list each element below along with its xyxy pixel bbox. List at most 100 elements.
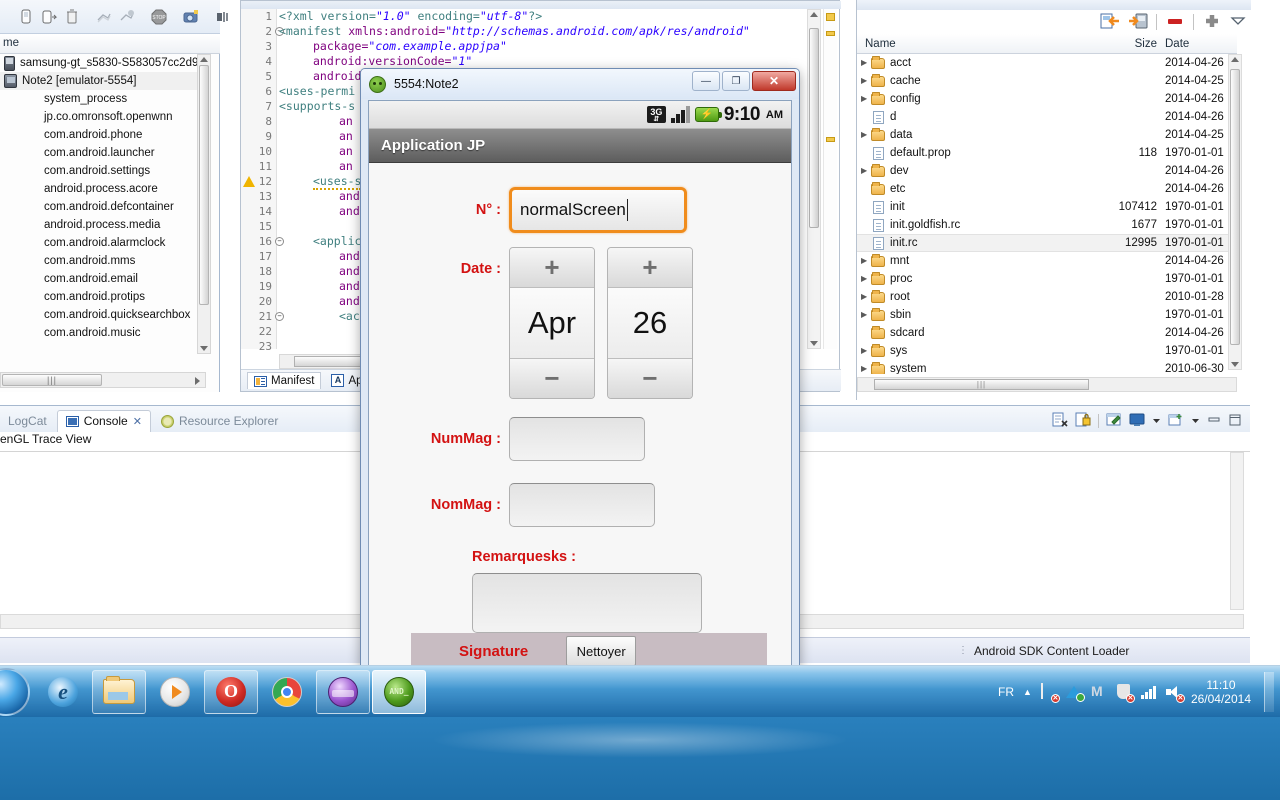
signal-bars-icon[interactable] [1140, 685, 1157, 699]
screen-capture-icon[interactable] [17, 8, 35, 26]
maximize-icon[interactable] [1228, 414, 1242, 429]
process-row[interactable]: jp.co.omronsoft.openwnn [0, 108, 206, 126]
taskbar-windows-explorer[interactable] [92, 669, 146, 714]
scroll-right-arrow-icon[interactable] [195, 377, 200, 385]
process-row[interactable]: com.android.settings [0, 162, 206, 180]
taskbar-internet-explorer[interactable]: e [36, 670, 90, 714]
table-row[interactable]: ▶ sbin 1970-01-01 [857, 306, 1237, 324]
scrollbar-thumb[interactable] [809, 28, 819, 228]
day-spinner[interactable]: + 26 − [607, 247, 693, 399]
warning-icon[interactable] [243, 176, 255, 187]
antivirus-icon[interactable]: ✕ [1116, 684, 1135, 703]
close-button[interactable]: ✕ [752, 71, 796, 91]
scroll-down-arrow-icon[interactable] [200, 346, 208, 351]
delete-icon[interactable] [1165, 12, 1185, 33]
expand-arrow-icon[interactable]: ▶ [861, 131, 871, 139]
process-row[interactable]: com.android.protips [0, 288, 206, 306]
remarques-textarea[interactable] [472, 573, 702, 633]
start-orb-icon[interactable] [0, 668, 30, 716]
minimize-icon[interactable] [1207, 414, 1221, 429]
display-console-icon[interactable] [1129, 412, 1145, 430]
editor-vertical-scrollbar[interactable] [807, 9, 821, 349]
show-desktop-button[interactable] [1264, 672, 1274, 712]
table-row[interactable]: init.rc 12995 1970-01-01 [857, 234, 1237, 252]
process-row[interactable]: com.android.alarmclock [0, 234, 206, 252]
process-row[interactable]: com.android.music [0, 324, 206, 342]
clear-signature-button[interactable]: Nettoyer [566, 636, 637, 666]
file-explorer-horizontal-scrollbar[interactable]: ||| [857, 377, 1237, 392]
malwarebytes-icon[interactable]: M [1091, 684, 1107, 700]
tab-console[interactable]: Console ✕ [56, 410, 151, 432]
tray-language[interactable]: FR [998, 685, 1014, 699]
table-row[interactable]: ▶ system 2010-06-30 [857, 360, 1237, 374]
tab-resource-explorer[interactable]: Resource Explorer [153, 411, 286, 432]
pull-file-icon[interactable] [1100, 12, 1120, 33]
table-row[interactable]: ▶ proc 1970-01-01 [857, 270, 1237, 288]
table-row[interactable]: etc 2014-04-26 [857, 180, 1237, 198]
scroll-up-arrow-icon[interactable] [810, 12, 818, 17]
gc-icon[interactable] [95, 8, 113, 26]
table-row[interactable]: ▶ dev 2014-04-26 [857, 162, 1237, 180]
scroll-down-arrow-icon[interactable] [810, 341, 818, 346]
scrollbar-thumb[interactable] [199, 65, 209, 305]
expand-arrow-icon[interactable]: ▶ [861, 293, 871, 301]
table-row[interactable]: ▶ acct 2014-04-26 [857, 54, 1237, 72]
window-controls[interactable]: — ❐ ✕ [692, 71, 796, 91]
process-row[interactable]: android.process.media [0, 216, 206, 234]
expand-arrow-icon[interactable]: ▶ [861, 59, 871, 67]
table-row[interactable]: ▶ sys 1970-01-01 [857, 342, 1237, 360]
new-folder-icon[interactable] [1202, 12, 1222, 33]
process-row[interactable]: com.android.launcher [0, 144, 206, 162]
devices-list[interactable]: samsung-gt_s5830-S583057cc2d9 Note2 [emu… [0, 54, 206, 370]
device-row-samsung[interactable]: samsung-gt_s5830-S583057cc2d9 [0, 54, 206, 72]
process-row[interactable]: com.android.email [0, 270, 206, 288]
process-row[interactable]: com.android.mms [0, 252, 206, 270]
warning-marker-icon[interactable] [826, 31, 835, 36]
taskbar-purple-app[interactable] [316, 669, 370, 714]
taskbar-chrome[interactable] [260, 670, 314, 714]
process-row[interactable]: com.android.defcontainer [0, 198, 206, 216]
devices-horizontal-scrollbar[interactable]: ||| [0, 372, 206, 388]
open-console-icon[interactable] [1168, 412, 1184, 430]
close-icon[interactable]: ✕ [133, 415, 142, 428]
table-row[interactable]: init 107412 1970-01-01 [857, 198, 1237, 216]
day-decrement-button[interactable]: − [608, 358, 692, 398]
sound-icon[interactable] [214, 8, 232, 26]
num-input[interactable]: normalScreen [509, 187, 687, 233]
date-picker[interactable]: + Apr − + 26 − [509, 247, 693, 399]
scrollbar-thumb[interactable]: ||| [874, 379, 1089, 390]
expand-arrow-icon[interactable]: ▶ [861, 275, 871, 283]
process-row[interactable]: android.process.acore [0, 180, 206, 198]
table-row[interactable]: init.goldfish.rc 1677 1970-01-01 [857, 216, 1237, 234]
table-row[interactable]: ▶ data 2014-04-25 [857, 126, 1237, 144]
day-increment-button[interactable]: + [608, 248, 692, 288]
file-explorer-list[interactable]: ▶ acct 2014-04-26 ▶ cache 2014-04-25 ▶ config… [857, 54, 1237, 374]
file-explorer-vertical-scrollbar[interactable] [1228, 54, 1242, 370]
camera-icon[interactable] [182, 8, 200, 26]
expand-arrow-icon[interactable]: ▶ [861, 311, 871, 319]
heap-update-icon[interactable] [118, 8, 136, 26]
month-decrement-button[interactable]: − [510, 358, 594, 398]
taskbar-android-eclipse[interactable]: AND_ [372, 669, 426, 714]
minimize-button[interactable]: — [692, 71, 720, 91]
taskbar-media-player[interactable] [148, 670, 202, 714]
column-size[interactable]: Size [1097, 38, 1157, 50]
month-spinner[interactable]: + Apr − [509, 247, 595, 399]
month-increment-button[interactable]: + [510, 248, 594, 288]
nommag-input[interactable] [509, 483, 655, 527]
device-row-note2[interactable]: Note2 [emulator-5554] [0, 72, 206, 90]
table-row[interactable]: default.prop 118 1970-01-01 [857, 144, 1237, 162]
scrollbar-thumb[interactable]: ||| [2, 374, 102, 386]
display-dropdown-icon[interactable] [1152, 414, 1161, 428]
lock-scroll-icon[interactable] [1075, 412, 1091, 430]
scroll-up-arrow-icon[interactable] [200, 57, 208, 62]
console-vertical-scrollbar[interactable] [1230, 452, 1244, 610]
editor-marker-bar[interactable] [823, 9, 837, 349]
expand-arrow-icon[interactable]: ▶ [861, 347, 871, 355]
maximize-button[interactable]: ❐ [722, 71, 750, 91]
expand-arrow-icon[interactable]: ▶ [861, 365, 871, 373]
dropbox-icon[interactable] [1065, 684, 1085, 702]
table-row[interactable]: ▶ root 2010-01-28 [857, 288, 1237, 306]
nummag-input[interactable] [509, 417, 645, 461]
taskbar-clock[interactable]: 11:10 26/04/2014 [1191, 678, 1251, 706]
